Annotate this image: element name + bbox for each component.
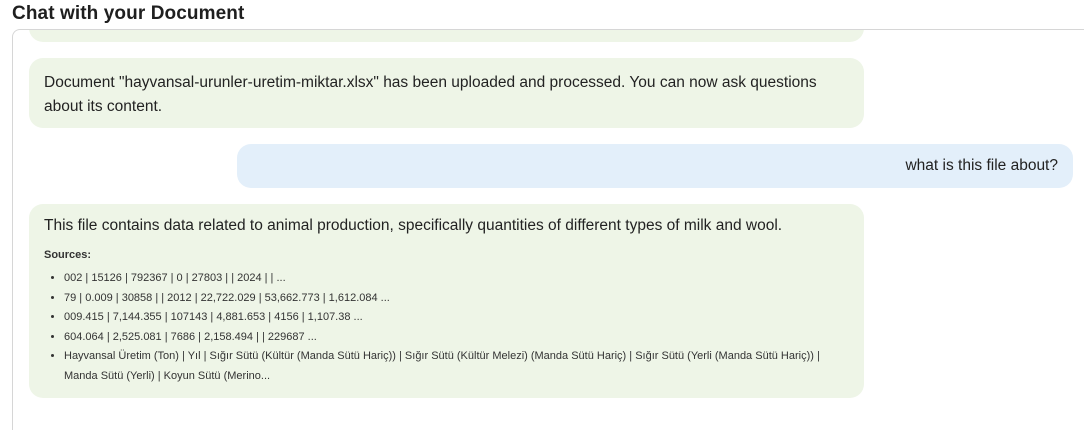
sources-heading: Sources: bbox=[44, 249, 92, 261]
previous-assistant-message bbox=[29, 30, 864, 42]
sources-list: 002 | 15126 | 792367 | 0 | 27803 | | 202… bbox=[44, 269, 849, 386]
chat-panel[interactable]: Document "hayvansal-urunler-uretim-mikta… bbox=[12, 29, 1084, 430]
source-item: 604.064 | 2,525.081 | 7686 | 2,158.494 |… bbox=[64, 328, 849, 348]
upload-notice-message: Document "hayvansal-urunler-uretim-mikta… bbox=[29, 58, 864, 128]
page-title: Chat with your Document bbox=[12, 3, 245, 24]
answer-text: This file contains data related to anima… bbox=[44, 217, 783, 234]
source-item: 79 | 0.009 | 30858 | | 2012 | 22,722.029… bbox=[64, 289, 849, 309]
assistant-answer-message: This file contains data related to anima… bbox=[29, 204, 864, 398]
upload-notice-text: Document "hayvansal-urunler-uretim-mikta… bbox=[44, 74, 817, 115]
source-item: 002 | 15126 | 792367 | 0 | 27803 | | 202… bbox=[64, 269, 849, 289]
source-item: 009.415 | 7,144.355 | 107143 | 4,881.653… bbox=[64, 308, 849, 328]
source-item: Hayvansal Üretim (Ton) | Yıl | Sığır Süt… bbox=[64, 347, 849, 386]
user-message-text: what is this file about? bbox=[905, 157, 1058, 174]
user-message: what is this file about? bbox=[237, 144, 1073, 188]
